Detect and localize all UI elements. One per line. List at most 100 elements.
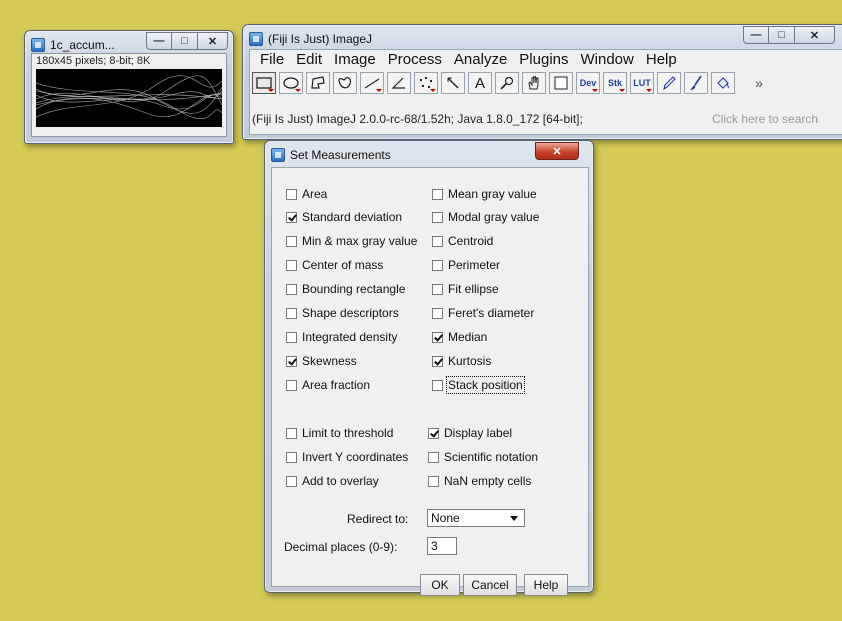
line-tool-button[interactable] [360,72,384,94]
modal-gray-value-checkbox[interactable]: Modal gray value [432,210,539,224]
checkbox-label: Standard deviation [302,210,403,224]
polygon-tool-icon [311,76,325,89]
dev-menu-button[interactable]: Dev [576,72,600,94]
area-fraction-checkbox[interactable]: Area fraction [286,378,370,392]
checkbox-label: NaN empty cells [444,474,532,488]
angle-tool-button[interactable] [387,72,411,94]
standard-deviation-checkbox[interactable]: Standard deviation [286,210,402,224]
close-button[interactable]: ✕ [795,26,835,44]
menu-process[interactable]: Process [382,51,448,68]
help-button[interactable]: Help [524,574,568,596]
mean-gray-value-checkbox[interactable]: Mean gray value [432,187,537,201]
image-canvas[interactable] [36,69,222,127]
dev-menu-icon: Dev [579,78,597,88]
redirect-value: None [431,511,460,525]
wand-tool-button[interactable] [441,72,465,94]
decimal-places-input[interactable]: 3 [427,537,457,555]
minimize-button[interactable]: — [743,26,769,44]
image-window[interactable]: 1c_accum... — □ ✕ 180x45 pixels; 8-bit; … [24,30,234,144]
menu-help[interactable]: Help [640,51,683,68]
menu-window[interactable]: Window [575,51,640,68]
minimize-icon: — [153,35,165,47]
skewness-checkbox[interactable]: Skewness [286,354,357,368]
lut-menu-button[interactable]: LUT [630,72,654,94]
dialog-titlebar[interactable]: Set Measurements ✕ [271,142,587,165]
checkbox-box [432,307,443,319]
limit-to-threshold-checkbox[interactable]: Limit to threshold [286,426,393,440]
checkbox-label: Center of mass [302,258,384,272]
center-of-mass-checkbox[interactable]: Center of mass [286,258,383,272]
text-tool-button[interactable]: A [468,72,492,94]
redirect-select[interactable]: None [427,509,525,527]
image-window-titlebar[interactable]: 1c_accum... — □ ✕ [31,32,228,55]
main-window-titlebar[interactable]: (Fiji Is Just) ImageJ — □ ✕ [249,26,842,49]
min-max-gray-value-checkbox[interactable]: Min & max gray value [286,234,417,248]
stk-menu-icon: Stk [607,78,622,88]
add-to-overlay-checkbox[interactable]: Add to overlay [286,474,379,488]
redirect-label: Redirect to: [347,512,409,526]
flood-fill-tool-button[interactable] [711,72,735,94]
scientific-notation-checkbox[interactable]: Scientific notation [428,450,538,464]
close-icon: ✕ [552,145,562,158]
display-label-checkbox[interactable]: Display label [428,426,512,440]
magnifier-tool-button[interactable] [495,72,519,94]
ok-button[interactable]: OK [420,574,460,596]
menu-image[interactable]: Image [328,51,382,68]
invert-y-coordinates-checkbox[interactable]: Invert Y coordinates [286,450,408,464]
search-bar[interactable]: Click here to search [712,112,818,126]
nan-empty-cells-checkbox[interactable]: NaN empty cells [428,474,531,488]
menu-edit[interactable]: Edit [290,51,328,68]
polygon-tool-button[interactable] [306,72,330,94]
checkbox-box [432,211,443,223]
checkbox-label: Add to overlay [302,474,379,488]
checkbox-label: Stack position [446,376,525,394]
multipoint-tool-icon [420,77,432,88]
freehand-tool-button[interactable] [333,72,357,94]
cancel-button[interactable]: Cancel [463,574,517,596]
perimeter-checkbox[interactable]: Perimeter [432,258,500,272]
ferets-diameter-checkbox[interactable]: Feret's diameter [432,306,534,320]
checkbox-box [286,211,297,223]
multipoint-tool-button[interactable] [414,72,438,94]
menu-file[interactable]: File [254,51,290,68]
accumulator-image [36,75,222,120]
chevron-down-icon [506,511,522,525]
tool-bar: A Dev Stk LUT » [252,72,768,94]
maximize-icon: □ [181,35,188,47]
hand-tool-button[interactable] [522,72,546,94]
menu-plugins[interactable]: Plugins [513,51,574,68]
oval-tool-icon [283,77,299,89]
imagej-main-window[interactable]: (Fiji Is Just) ImageJ — □ ✕ File Edit Im… [242,24,842,140]
stk-menu-button[interactable]: Stk [603,72,627,94]
checkbox-label: Shape descriptors [302,306,399,320]
brush-tool-button[interactable] [684,72,708,94]
checkbox-box [286,379,297,391]
menu-bar: File Edit Image Process Analyze Plugins … [254,51,683,68]
rectangle-tool-button[interactable] [252,72,276,94]
close-button[interactable]: ✕ [198,32,228,50]
stack-position-checkbox[interactable]: Stack position [432,376,525,394]
centroid-checkbox[interactable]: Centroid [432,234,493,248]
checkbox-label: Min & max gray value [302,234,418,248]
bounding-rectangle-checkbox[interactable]: Bounding rectangle [286,282,405,296]
menu-analyze[interactable]: Analyze [448,51,513,68]
shape-descriptors-checkbox[interactable]: Shape descriptors [286,306,399,320]
color-picker-tool-button[interactable] [549,72,573,94]
maximize-button[interactable]: □ [172,32,198,50]
minimize-button[interactable]: — [146,32,172,50]
checkbox-label: Mean gray value [448,187,537,201]
maximize-button[interactable]: □ [769,26,795,44]
oval-tool-button[interactable] [279,72,303,94]
dialog-close-button[interactable]: ✕ [535,142,579,160]
checkbox-box [432,259,443,271]
rectangle-tool-icon [256,77,272,89]
pencil-tool-button[interactable] [657,72,681,94]
kurtosis-checkbox[interactable]: Kurtosis [432,354,491,368]
fit-ellipse-checkbox[interactable]: Fit ellipse [432,282,499,296]
integrated-density-checkbox[interactable]: Integrated density [286,330,397,344]
checkbox-label: Fit ellipse [448,282,499,296]
image-info: 180x45 pixels; 8-bit; 8K [36,55,151,67]
median-checkbox[interactable]: Median [432,330,487,344]
area-checkbox[interactable]: Area [286,187,327,201]
more-tools-button[interactable]: » [750,72,768,94]
